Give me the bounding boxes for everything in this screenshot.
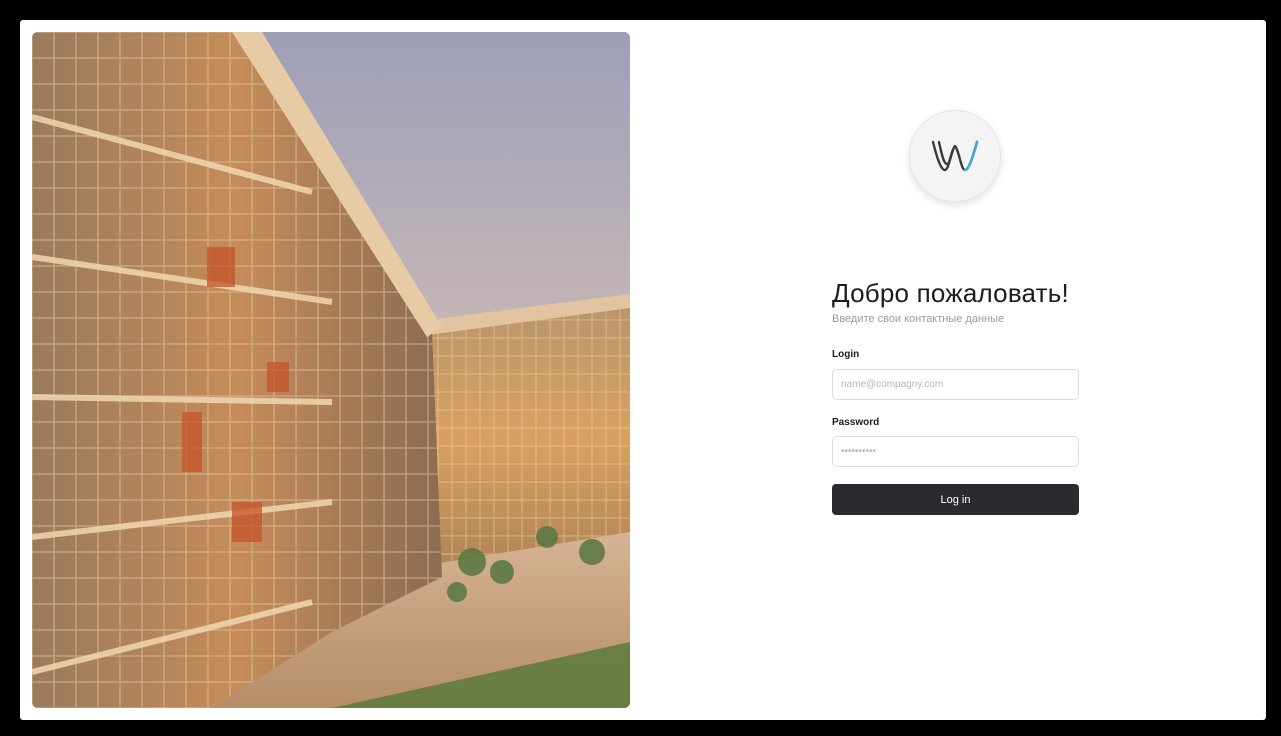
page-title: Добро пожаловать! xyxy=(832,278,1069,308)
login-button[interactable]: Log in xyxy=(832,484,1079,515)
login-label: Login xyxy=(832,349,860,360)
app-window: Добро пожаловать! Введите свои контактны… xyxy=(20,20,1266,720)
hero-image xyxy=(32,32,630,708)
w-logo-mark xyxy=(931,140,979,172)
building-illustration xyxy=(32,32,630,708)
password-label: Password xyxy=(832,417,880,428)
login-panel: Добро пожаловать! Введите свои контактны… xyxy=(630,20,1266,720)
password-input[interactable] xyxy=(832,436,1079,467)
page-subtitle: Введите свои контактные данные xyxy=(832,313,1005,325)
w-logo-icon xyxy=(909,110,1001,202)
login-input[interactable] xyxy=(832,369,1079,400)
